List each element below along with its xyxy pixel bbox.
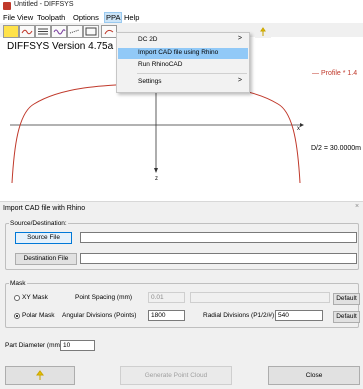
part-diameter-label: Part Diameter (mm): [5, 342, 63, 349]
menu-item-dc2d[interactable]: DC 2D >: [118, 35, 248, 46]
curve-icon: [21, 29, 33, 35]
source-file-button[interactable]: Source File: [15, 232, 72, 244]
point-spacing-extra-field: [190, 292, 330, 303]
menu-view[interactable]: View: [17, 13, 33, 22]
xy-mask-default-button[interactable]: Default: [333, 293, 360, 305]
source-file-field[interactable]: [80, 232, 357, 243]
export-icon: [104, 29, 114, 35]
toolbar-curve-button[interactable]: [19, 25, 35, 38]
menu-toolpath[interactable]: Toolpath: [37, 13, 65, 22]
angular-divisions-field[interactable]: 1800: [148, 310, 185, 321]
graph-icon: [85, 27, 97, 36]
source-destination-group-label: Source/Destination:: [9, 220, 68, 227]
submenu-arrow-icon: >: [237, 77, 242, 84]
menu-help[interactable]: Help: [124, 13, 139, 22]
part-diameter-field[interactable]: 10: [60, 340, 95, 351]
menu-item-label: Settings: [138, 78, 162, 85]
submenu-arrow-icon: >: [237, 35, 242, 42]
x-axis-label: x: [297, 126, 300, 132]
menu-item-run-rhinocad[interactable]: Run RhinoCAD: [118, 60, 248, 71]
xy-mask-label: XY Mask: [22, 294, 48, 301]
toolbar-export-button[interactable]: [101, 25, 117, 38]
wave-icon: [53, 29, 66, 35]
app-icon: [3, 2, 11, 10]
menu-item-label: Run RhinoCAD: [138, 61, 183, 68]
destination-file-button[interactable]: Destination File: [15, 253, 77, 265]
lines-icon: [38, 28, 48, 35]
pin-icon: [36, 370, 44, 380]
point-spacing-field[interactable]: 0.01: [148, 292, 185, 303]
ppa-dropdown-menu: DC 2D > Import CAD file using Rhino Run …: [116, 32, 250, 93]
dialog-close-button[interactable]: ×: [355, 203, 359, 210]
menu-separator: [137, 73, 247, 74]
point-spacing-label: Point Spacing (mm): [75, 294, 133, 301]
menu-item-settings[interactable]: Settings >: [118, 77, 248, 88]
toolbar-graph-button[interactable]: [83, 25, 99, 38]
polar-mask-default-button[interactable]: Default: [333, 311, 360, 323]
menu-item-label: DC 2D: [138, 36, 158, 43]
z-axis-arrow: [154, 168, 158, 173]
toolbar-lines-button[interactable]: [35, 25, 51, 38]
x-axis-arrow: [300, 123, 304, 127]
radial-divisions-field[interactable]: 540: [275, 310, 323, 321]
polar-mask-radio[interactable]: [14, 313, 20, 319]
toolbar-pin-button[interactable]: [255, 25, 271, 38]
radial-divisions-label: Radial Divisions (P1/2/#): [203, 312, 275, 319]
menu-file[interactable]: File: [3, 13, 15, 22]
dots-icon: [69, 29, 80, 34]
mask-group-label: Mask: [9, 280, 27, 287]
toolbar-dots-button[interactable]: [67, 25, 83, 38]
z-axis-label: z: [155, 176, 158, 182]
window-title: Untitled - DIFFSYS: [14, 1, 74, 8]
polar-mask-label: Polar Mask: [22, 312, 55, 319]
pin-button[interactable]: [5, 366, 75, 385]
d2-label: D/2 = 30.0000m: [311, 145, 362, 152]
toolbar-wave-button[interactable]: [51, 25, 67, 38]
destination-file-field[interactable]: [80, 253, 357, 264]
mask-group: [5, 283, 359, 328]
generate-point-cloud-button[interactable]: Generate Point Cloud: [120, 366, 232, 385]
toolbar-sun-button[interactable]: [3, 25, 19, 38]
menu-options[interactable]: Options: [73, 13, 99, 22]
menu-item-import-cad[interactable]: Import CAD file using Rhino: [118, 48, 248, 59]
pin-icon: [260, 27, 266, 36]
menu-item-label: Import CAD file using Rhino: [138, 49, 219, 56]
dialog-title: Import CAD file with Rhino: [3, 205, 86, 212]
close-button[interactable]: Close: [268, 366, 360, 385]
angular-divisions-label: Angular Divisions (Points): [62, 312, 137, 319]
menu-ppa[interactable]: PPA: [104, 12, 123, 23]
xy-mask-radio[interactable]: [14, 295, 20, 301]
